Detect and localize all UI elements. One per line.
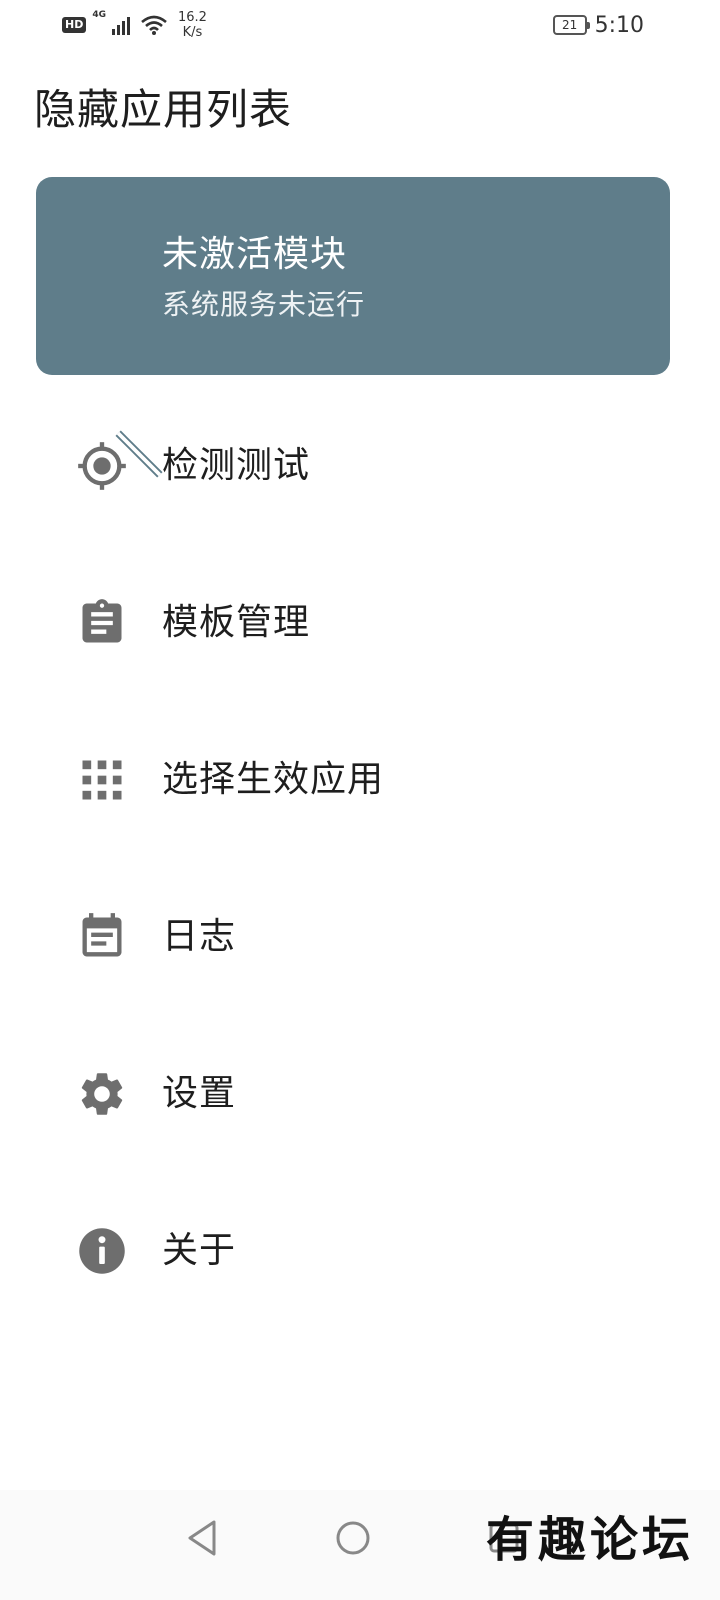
menu-item-settings[interactable]: 设置	[0, 1032, 720, 1152]
page-title: 隐藏应用列表	[34, 85, 293, 134]
menu-label: 模板管理	[162, 602, 311, 643]
gear-icon	[81, 1073, 123, 1115]
menu-label: 日志	[162, 916, 237, 957]
info-icon	[79, 1228, 125, 1274]
status-left: HD 4G 16.2 K/s	[62, 8, 207, 42]
menu-item-logs[interactable]: 日志	[0, 875, 720, 995]
signal-icon	[112, 17, 130, 35]
target-icon	[78, 442, 126, 490]
wifi-icon	[141, 15, 167, 35]
card-title: 未激活模块	[162, 234, 348, 275]
menu-item-about[interactable]: 关于	[0, 1189, 720, 1309]
card-subtitle: 系统服务未运行	[162, 288, 366, 321]
menu-label: 设置	[162, 1073, 237, 1114]
network-speed: 16.2 K/s	[178, 10, 207, 40]
menu-item-detection-test[interactable]: 检测测试	[0, 404, 720, 524]
event-note-icon	[82, 913, 122, 957]
battery-level: 21	[561, 18, 578, 32]
speed-value: 16.2	[178, 10, 207, 25]
status-right: 21 5:10	[552, 8, 644, 42]
menu-label: 关于	[162, 1230, 237, 1271]
back-icon[interactable]	[172, 1508, 232, 1568]
menu-label: 检测测试	[162, 445, 311, 486]
speed-unit: K/s	[182, 25, 203, 40]
watermark: 有趣论坛	[485, 1512, 694, 1568]
module-status-card[interactable]: 未激活模块 系统服务未运行	[36, 177, 670, 478]
clipboard-icon	[82, 599, 122, 643]
menu-item-select-apps[interactable]: 选择生效应用	[0, 718, 720, 838]
status-bar: HD 4G 16.2 K/s 21 5:10	[0, 0, 720, 50]
clock: 5:10	[594, 12, 644, 38]
apps-grid-icon	[82, 760, 122, 800]
menu-label: 选择生效应用	[162, 759, 385, 800]
menu-item-template-manage[interactable]: 模板管理	[0, 561, 720, 681]
hd-badge: HD	[62, 17, 87, 33]
network-type: 4G	[92, 10, 106, 20]
battery-icon: 21	[552, 15, 590, 35]
home-icon[interactable]	[323, 1508, 383, 1568]
